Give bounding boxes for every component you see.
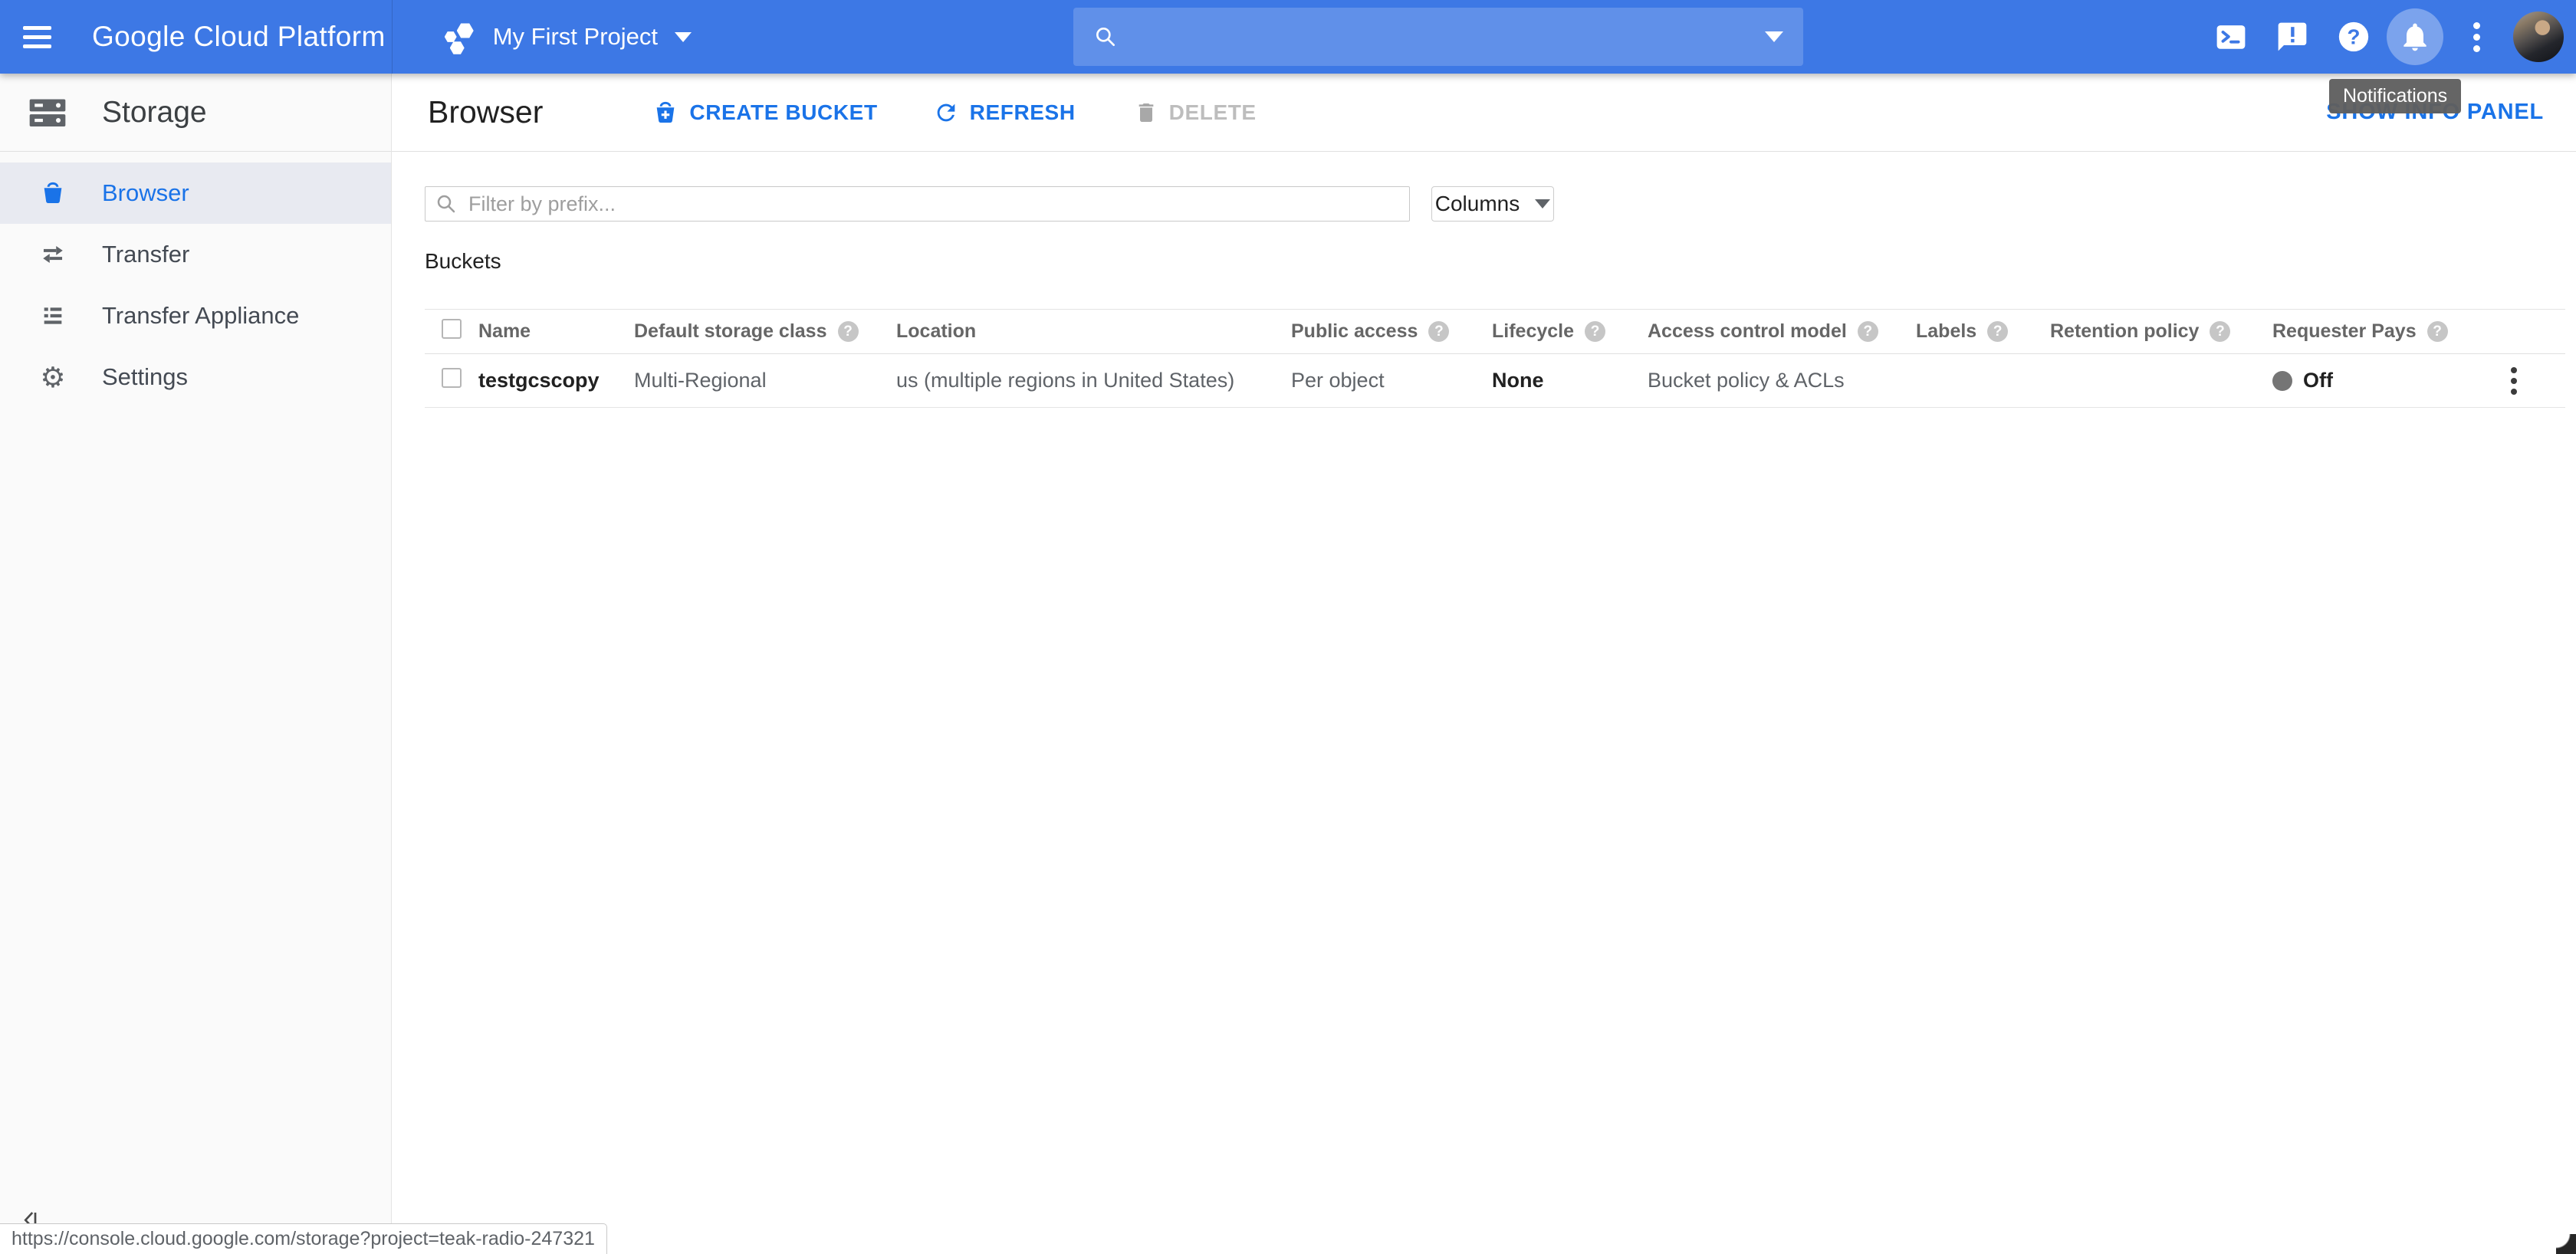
search-icon: [1093, 25, 1118, 49]
help-icon[interactable]: ?: [838, 321, 859, 342]
buckets-table: Name Default storage class? Location Pub…: [425, 309, 2565, 408]
help-icon[interactable]: ?: [2427, 321, 2448, 342]
sidebar: Storage Browser Transfer: [0, 74, 392, 1254]
avatar[interactable]: [2513, 11, 2564, 62]
chevron-down-icon: [1535, 199, 1550, 208]
help-icon[interactable]: ?: [2210, 321, 2230, 342]
column-header-location: Location: [890, 320, 1285, 343]
sidebar-item-transfer-appliance[interactable]: Transfer Appliance: [0, 285, 391, 346]
page-title: Browser: [428, 94, 543, 130]
help-icon: ?: [2336, 19, 2371, 54]
sidebar-item-settings[interactable]: ⚙ Settings: [0, 346, 391, 408]
notifications-tooltip: Notifications: [2329, 79, 2461, 113]
select-all-checkbox[interactable]: [442, 319, 462, 339]
column-header-storage-class: Default storage class?: [628, 320, 890, 343]
feedback-icon: [2275, 20, 2309, 54]
row-more-options-icon[interactable]: [2506, 363, 2522, 399]
status-off-dot: [2272, 371, 2292, 391]
column-header-name: Name: [472, 320, 628, 343]
content-area: Columns Buckets Name Default storage cla…: [392, 186, 2576, 408]
filter-row: Columns: [425, 186, 2576, 222]
help-icon[interactable]: ?: [1858, 321, 1878, 342]
search-dropdown-icon[interactable]: [1765, 31, 1783, 42]
sidebar-nav: Browser Transfer: [0, 152, 391, 408]
help-icon[interactable]: ?: [1585, 321, 1605, 342]
project-selector[interactable]: My First Project: [442, 16, 692, 57]
screen-corner: [2556, 1234, 2576, 1254]
filter-by-prefix-input[interactable]: [425, 186, 1410, 222]
table-row[interactable]: testgcscopy Multi-Regional us (multiple …: [425, 354, 2565, 408]
help-icon[interactable]: ?: [1987, 321, 2008, 342]
menu-icon[interactable]: [23, 18, 60, 55]
cell-requester-pays: Off: [2266, 369, 2462, 392]
bell-icon: [2398, 20, 2432, 54]
more-options-icon[interactable]: [2446, 0, 2507, 74]
trash-icon: [1134, 100, 1158, 125]
transfer-appliance-icon: [39, 303, 67, 329]
feedback-button[interactable]: [2262, 0, 2323, 74]
column-header-requester-pays: Requester Pays?: [2266, 320, 2462, 343]
sidebar-item-label: Browser: [102, 179, 189, 207]
notifications-button[interactable]: [2384, 0, 2446, 74]
buckets-section-label: Buckets: [425, 249, 2576, 274]
columns-button[interactable]: Columns: [1431, 186, 1554, 222]
cell-location: us (multiple regions in United States): [890, 369, 1285, 392]
cell-storage-class: Multi-Regional: [628, 369, 890, 392]
transfer-arrows-icon: [39, 241, 67, 268]
column-header-access-control: Access control model?: [1641, 320, 1910, 343]
requester-pays-value: Off: [2303, 369, 2333, 392]
sidebar-item-label: Transfer: [102, 241, 189, 268]
column-header-lifecycle: Lifecycle?: [1486, 320, 1641, 343]
svg-text:?: ?: [2348, 25, 2361, 49]
cell-lifecycle: None: [1486, 369, 1641, 392]
filter-box: [425, 186, 1410, 222]
project-name: My First Project: [493, 23, 658, 51]
sidebar-item-label: Transfer Appliance: [102, 302, 299, 330]
create-bucket-button[interactable]: CREATE BUCKET: [652, 100, 877, 126]
link-preview-status-bar: https://console.cloud.google.com/storage…: [0, 1223, 607, 1254]
column-header-retention-policy: Retention policy?: [2044, 320, 2266, 343]
cloud-shell-button[interactable]: [2200, 0, 2262, 74]
search-bar[interactable]: [1073, 8, 1803, 66]
refresh-button[interactable]: REFRESH: [933, 100, 1076, 126]
topbar-divider: [392, 0, 393, 74]
refresh-icon: [933, 100, 959, 126]
cloud-shell-icon: [2213, 21, 2249, 53]
sidebar-item-label: Settings: [102, 363, 188, 391]
topbar-actions: ?: [2200, 0, 2564, 74]
main-panel: Browser CREATE BUCKET REFRESH DELETE SHO…: [392, 74, 2576, 1254]
sidebar-item-transfer[interactable]: Transfer: [0, 224, 391, 285]
storage-product-icon: [24, 91, 71, 134]
page-header: Browser CREATE BUCKET REFRESH DELETE SHO…: [392, 74, 2576, 152]
project-icon: [442, 16, 481, 57]
help-icon[interactable]: ?: [1428, 321, 1449, 342]
app-logo[interactable]: Google Cloud Platform: [92, 21, 386, 53]
top-app-bar: Google Cloud Platform My First Project: [0, 0, 2576, 74]
search-input[interactable]: [1132, 24, 1765, 50]
column-header-public-access: Public access?: [1285, 320, 1486, 343]
table-header-row: Name Default storage class? Location Pub…: [425, 310, 2565, 354]
chevron-down-icon: [675, 32, 692, 42]
sidebar-item-browser[interactable]: Browser: [0, 162, 391, 224]
sidebar-header: Storage: [0, 74, 391, 152]
filter-search-icon: [435, 192, 458, 215]
cell-access-control: Bucket policy & ACLs: [1641, 369, 1910, 392]
delete-button[interactable]: DELETE: [1134, 100, 1257, 125]
create-bucket-icon: [652, 100, 678, 126]
product-title: Storage: [102, 96, 207, 130]
gear-icon: ⚙: [39, 363, 67, 392]
column-header-labels: Labels?: [1910, 320, 2044, 343]
row-checkbox[interactable]: [442, 368, 462, 388]
bucket-icon: [39, 180, 67, 206]
help-button[interactable]: ?: [2323, 0, 2384, 74]
cell-public-access: Per object: [1285, 369, 1486, 392]
bucket-name-link[interactable]: testgcscopy: [472, 369, 628, 392]
